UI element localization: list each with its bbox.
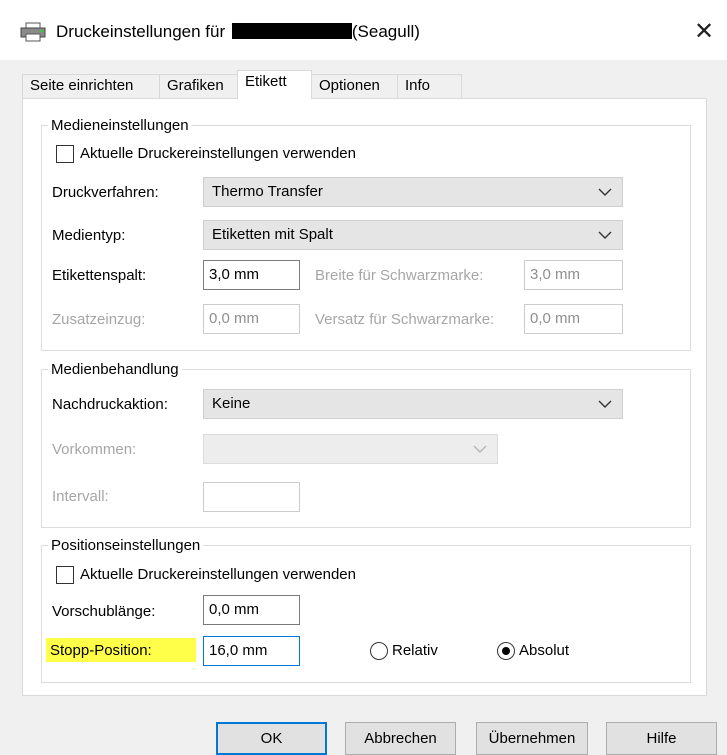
black-mark-offset-label: Versatz für Schwarzmarke: bbox=[315, 311, 495, 328]
label-gap-input[interactable]: 3,0 mm bbox=[203, 260, 300, 290]
media-use-current-label: Aktuelle Druckereinstellungen verwenden bbox=[80, 145, 356, 162]
print-method-select[interactable]: Thermo Transfer bbox=[203, 177, 623, 207]
window-title: Druckeinstellungen für (Seagull) bbox=[56, 22, 420, 42]
relative-radio[interactable] bbox=[370, 642, 388, 660]
print-method-label: Druckverfahren: bbox=[52, 184, 159, 201]
tab-optionen[interactable]: Optionen bbox=[311, 74, 398, 98]
black-mark-width-label: Breite für Schwarzmarke: bbox=[315, 267, 484, 284]
media-type-value: Etiketten mit Spalt bbox=[212, 226, 333, 243]
chevron-down-icon bbox=[473, 445, 487, 453]
radio-selected-dot bbox=[502, 647, 510, 655]
feed-length-input[interactable]: 0,0 mm bbox=[203, 595, 300, 625]
absolute-radio[interactable] bbox=[497, 642, 515, 660]
interval-label: Intervall: bbox=[52, 488, 109, 505]
close-button[interactable]: ✕ bbox=[681, 12, 727, 52]
position-use-current-checkbox[interactable] bbox=[56, 566, 74, 584]
group-media-settings-legend: Medieneinstellungen bbox=[51, 117, 189, 134]
redacted-printer-name bbox=[231, 23, 352, 39]
print-method-value: Thermo Transfer bbox=[212, 183, 323, 200]
tab-info[interactable]: Info bbox=[397, 74, 462, 98]
post-print-action-label: Nachdruckaktion: bbox=[52, 396, 168, 413]
feed-length-label: Vorschublänge: bbox=[52, 603, 156, 620]
tab-panel-etikett: Medieneinstellungen Aktuelle Druckereins… bbox=[22, 98, 707, 696]
printer-icon bbox=[20, 22, 46, 42]
relative-radio-label: Relativ bbox=[392, 642, 438, 659]
extra-feed-input[interactable]: 0,0 mm bbox=[203, 304, 300, 334]
apply-button[interactable]: Übernehmen bbox=[476, 722, 588, 755]
title-bar: Druckeinstellungen für (Seagull) ✕ bbox=[0, 0, 727, 60]
media-use-current-checkbox[interactable] bbox=[56, 145, 74, 163]
tab-etikett[interactable]: Etikett bbox=[237, 70, 312, 99]
black-mark-offset-input[interactable]: 0,0 mm bbox=[524, 304, 623, 334]
stop-position-input[interactable]: 16,0 mm bbox=[203, 636, 300, 666]
chevron-down-icon bbox=[598, 188, 612, 196]
cancel-button[interactable]: Abbrechen bbox=[345, 722, 456, 755]
black-mark-width-input[interactable]: 3,0 mm bbox=[524, 260, 623, 290]
help-button[interactable]: Hilfe bbox=[606, 722, 717, 755]
occurrence-label: Vorkommen: bbox=[52, 441, 137, 458]
window-title-suffix: (Seagull) bbox=[351, 22, 420, 41]
occurrence-select[interactable] bbox=[203, 434, 498, 464]
stop-position-label: Stopp-Position: bbox=[50, 642, 152, 659]
tab-seite-einrichten[interactable]: Seite einrichten bbox=[22, 74, 160, 98]
ok-button[interactable]: OK bbox=[216, 722, 327, 755]
tab-grafiken[interactable]: Grafiken bbox=[159, 74, 238, 98]
chevron-down-icon bbox=[598, 400, 612, 408]
media-type-label: Medientyp: bbox=[52, 227, 126, 244]
chevron-down-icon bbox=[598, 231, 612, 239]
close-icon: ✕ bbox=[693, 18, 715, 45]
absolute-radio-label: Absolut bbox=[519, 642, 570, 659]
group-media-handling-legend: Medienbehandlung bbox=[51, 361, 179, 378]
post-print-action-select[interactable]: Keine bbox=[203, 389, 623, 419]
label-gap-label: Etikettenspalt: bbox=[52, 267, 147, 284]
window-title-prefix: Druckeinstellungen für bbox=[56, 22, 226, 41]
media-type-select[interactable]: Etiketten mit Spalt bbox=[203, 220, 623, 250]
position-use-current-label: Aktuelle Druckereinstellungen verwenden bbox=[80, 566, 356, 583]
extra-feed-label: Zusatzeinzug: bbox=[52, 311, 146, 328]
interval-input[interactable] bbox=[203, 482, 300, 512]
group-position-settings-legend: Positionseinstellungen bbox=[51, 537, 201, 554]
post-print-action-value: Keine bbox=[212, 395, 251, 412]
